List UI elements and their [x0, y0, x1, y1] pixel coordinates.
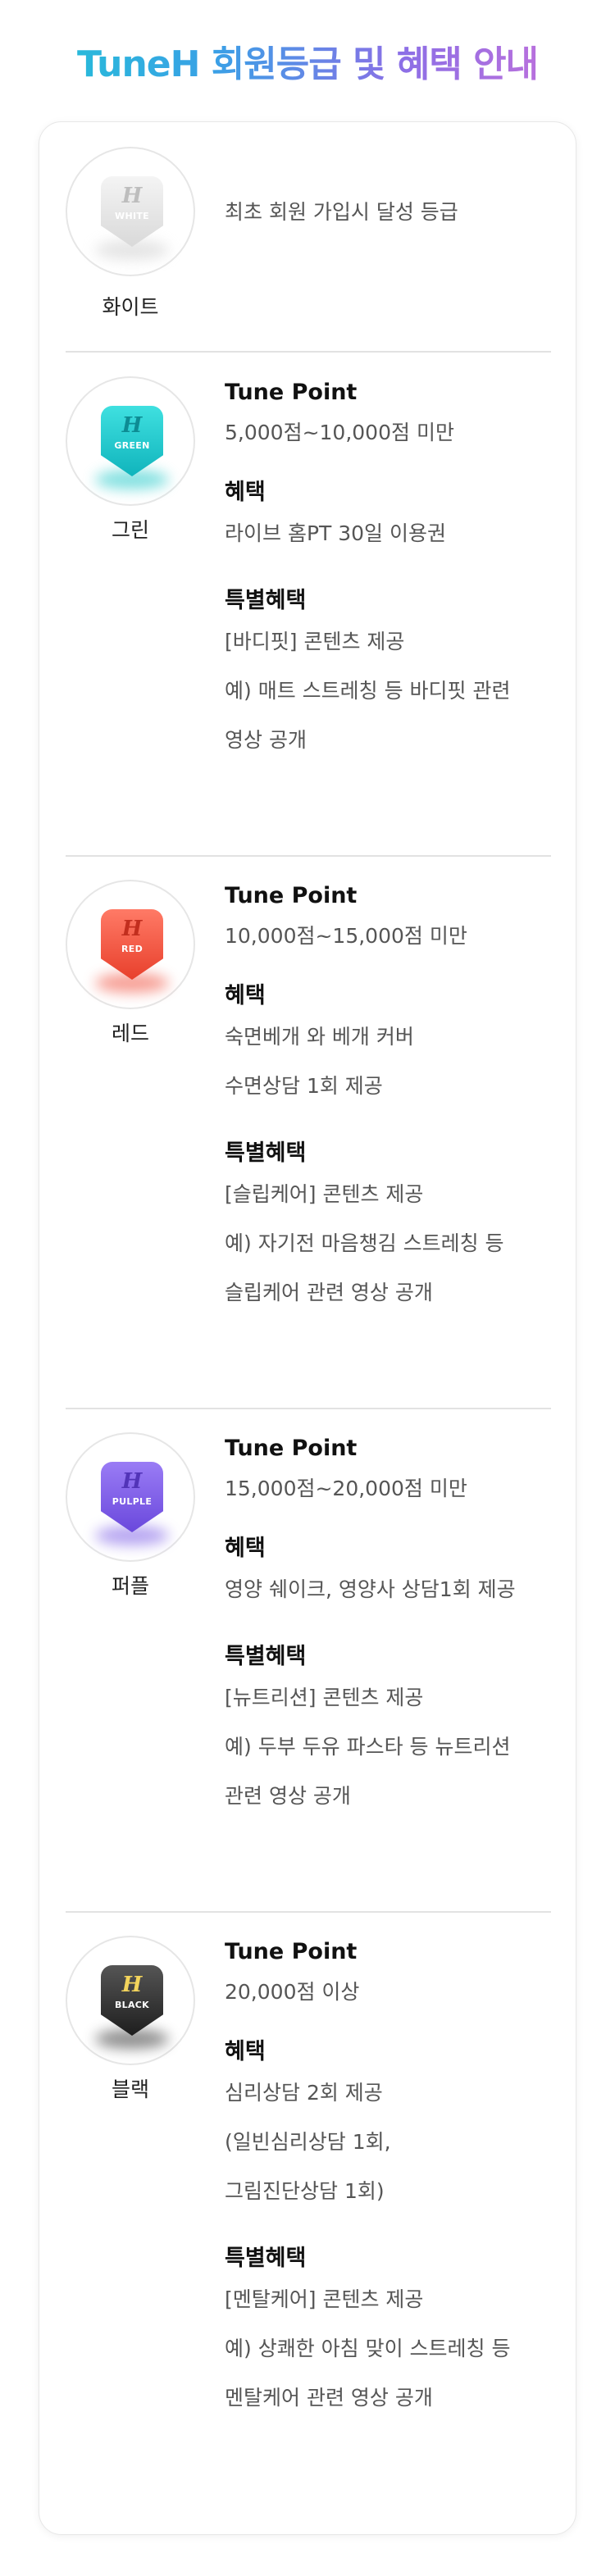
special-line: 관련 영상 공개: [225, 1784, 351, 1808]
special-heading: 특별혜택: [225, 2246, 307, 2271]
grade-name-purple: 퍼플: [111, 1574, 149, 1598]
special-line: 예) 매트 스트레칭 등 바디핏 관련: [225, 679, 511, 703]
grade-badge-red: H RED: [66, 880, 195, 1009]
benefit-line: 수면상담 1회 제공: [225, 1074, 383, 1098]
benefit-heading: 혜택: [225, 2039, 266, 2064]
point-heading: Tune Point: [225, 883, 358, 908]
red-shield-icon: H RED: [101, 909, 163, 980]
benefit-heading: 혜택: [225, 480, 266, 505]
divider: [66, 351, 551, 353]
benefit-line: 라이브 홈PT 30일 이용권: [225, 521, 446, 545]
special-line: [바디핏] 콘텐츠 제공: [225, 630, 405, 653]
divider: [66, 1911, 551, 1913]
divider: [66, 1408, 551, 1409]
point-range: 15,000점~20,000점 미만: [225, 1477, 467, 1500]
grade-info-green: Tune Point 5,000점~10,000점 미만 혜택 라이브 홈PT …: [225, 376, 553, 765]
special-line: [슬립케어] 콘텐츠 제공: [225, 1182, 424, 1206]
special-line: [멘탈케어] 콘텐츠 제공: [225, 2287, 424, 2311]
grade-card: H WHITE 화이트 최초 회원 가입시 달성 등급 H GREEN 그린 T…: [39, 121, 576, 2535]
page: TuneH 회원등급 및 혜택 안내 H WHITE 화이트 최초 회원 가입시…: [0, 0, 615, 2576]
special-line: 영상 공개: [225, 728, 307, 752]
grade-description: 최초 회원 가입시 달성 등급: [225, 200, 458, 224]
benefit-heading: 혜택: [225, 983, 266, 1008]
grade-row-black: H BLACK 블랙 Tune Point 20,000점 이상 혜택 심리상담…: [66, 1936, 551, 2510]
point-heading: Tune Point: [225, 380, 358, 405]
grade-name-green: 그린: [111, 518, 149, 542]
grade-row-red: H RED 레드 Tune Point 10,000점~15,000점 미만 혜…: [66, 880, 551, 1388]
grade-info-black: Tune Point 20,000점 이상 혜택 심리상담 2회 제공 (일빈심…: [225, 1936, 553, 2423]
benefit-line: 숙면베개 와 베개 커버: [225, 1025, 414, 1049]
special-line: 슬립케어 관련 영상 공개: [225, 1281, 433, 1304]
purple-shield-icon: H PULPLE: [101, 1462, 163, 1532]
point-range: 10,000점~15,000점 미만: [225, 924, 467, 948]
grade-info-red: Tune Point 10,000점~15,000점 미만 혜택 숙면베개 와 …: [225, 880, 553, 1318]
grade-info-white: 최초 회원 가입시 달성 등급: [225, 188, 553, 237]
benefit-heading: 혜택: [225, 1536, 266, 1561]
point-heading: Tune Point: [225, 1436, 358, 1461]
grade-info-purple: Tune Point 15,000점~20,000점 미만 혜택 영양 쉐이크,…: [225, 1432, 553, 1821]
grade-name-black: 블랙: [111, 2078, 149, 2101]
special-heading: 특별혜택: [225, 588, 307, 613]
benefit-line: 그림진단상담 1회): [225, 2179, 385, 2203]
point-range: 5,000점~10,000점 미만: [225, 421, 454, 444]
special-heading: 특별혜택: [225, 1644, 307, 1669]
grade-badge-white: H WHITE: [66, 147, 195, 276]
grade-badge-black: H BLACK: [66, 1936, 195, 2065]
grade-row-purple: H PULPLE 퍼플 Tune Point 15,000점~20,000점 미…: [66, 1432, 551, 1891]
grade-name-red: 레드: [111, 1022, 149, 1045]
divider: [66, 855, 551, 857]
grade-name-white: 화이트: [102, 295, 159, 319]
special-line: [뉴트리션] 콘텐츠 제공: [225, 1686, 424, 1709]
special-line: 예) 두부 두유 파스타 등 뉴트리션: [225, 1735, 511, 1759]
grade-row-green: H GREEN 그린 Tune Point 5,000점~10,000점 미만 …: [66, 376, 551, 835]
special-heading: 특별혜택: [225, 1140, 307, 1166]
white-shield-icon: H WHITE: [101, 176, 163, 247]
grade-badge-green: H GREEN: [66, 376, 195, 506]
benefit-line: (일빈심리상담 1회,: [225, 2130, 391, 2154]
grade-badge-purple: H PULPLE: [66, 1432, 195, 1562]
benefit-line: 영양 쉐이크, 영양사 상담1회 제공: [225, 1577, 516, 1601]
special-line: 멘탈케어 관련 영상 공개: [225, 2386, 433, 2410]
benefit-line: 심리상담 2회 제공: [225, 2081, 383, 2105]
grade-row-white: H WHITE 화이트 최초 회원 가입시 달성 등급: [66, 147, 551, 344]
black-shield-icon: H BLACK: [101, 1965, 163, 2036]
point-range: 20,000점 이상: [225, 1980, 360, 2004]
special-line: 예) 자기전 마음챙김 스트레칭 등: [225, 1231, 504, 1255]
green-shield-icon: H GREEN: [101, 406, 163, 476]
special-line: 예) 상쾌한 아침 맞이 스트레칭 등: [225, 2337, 511, 2360]
page-title: TuneH 회원등급 및 혜택 안내: [0, 34, 615, 87]
point-heading: Tune Point: [225, 1939, 358, 1964]
